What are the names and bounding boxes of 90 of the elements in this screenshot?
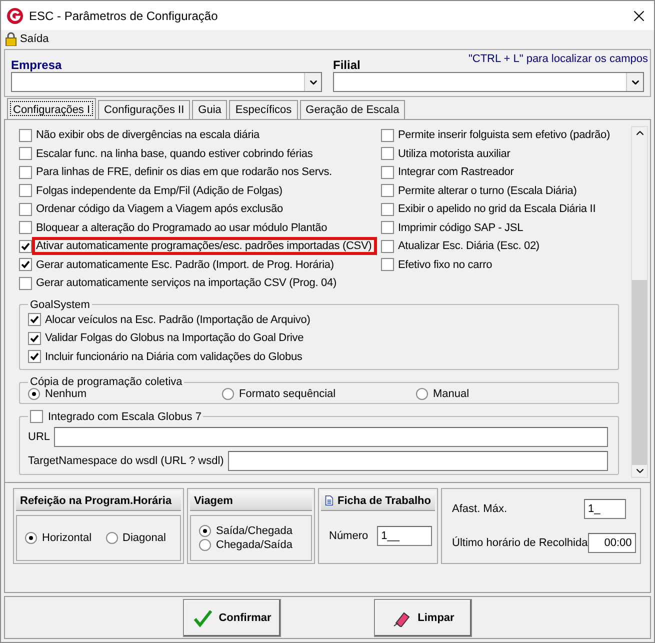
radio-button[interactable] — [199, 539, 211, 551]
dropdown[interactable] — [11, 72, 322, 92]
checkbox-label: Folgas independente da Emp/Fil (Adição de Folgas) — [35, 184, 284, 199]
checkbox[interactable] — [19, 166, 32, 179]
checkbox[interactable] — [28, 332, 41, 345]
radio-label: Chegada/Saída — [216, 539, 292, 551]
checkbox-label: Efetivo fixo no carro — [397, 258, 494, 273]
checkbox[interactable] — [28, 313, 41, 326]
checkbox[interactable] — [381, 166, 394, 179]
panel-title: Refeição na Program.Horária — [16, 491, 181, 511]
padlock-icon — [5, 32, 17, 46]
tab[interactable]: Configurações II — [98, 100, 190, 119]
checkbox-label: Escalar func. na linha base, quando estiver cobrindo férias — [35, 146, 314, 162]
radio-button[interactable] — [25, 532, 37, 544]
checkbox[interactable] — [381, 202, 394, 216]
checkbox[interactable] — [28, 350, 41, 364]
checkbox-label: Permite alterar o turno (Escala Diária) — [397, 184, 578, 199]
checkbox-label: Permite inserir folguista sem efetivo (padrão) — [397, 128, 611, 144]
checkbox-label: Incluir funcionário na Diária com validações do Globus — [44, 350, 304, 365]
checkbox-label: Exibir o apelido no grid da Escala Diária II — [397, 202, 597, 218]
radio-label: Nenhum — [45, 388, 87, 400]
radio-button[interactable] — [106, 532, 118, 544]
checkbox[interactable] — [381, 147, 394, 160]
checkbox-label: Ativar automaticamente programações/esc. padrões importadas (CSV) — [32, 237, 377, 256]
checkbox[interactable] — [381, 128, 394, 142]
checkbox[interactable] — [30, 410, 43, 423]
checkbox-label: Alocar veículos na Esc. Padrão (Importação de Arquivo) — [44, 312, 312, 328]
confirm-button[interactable]: Confirmar — [183, 598, 281, 636]
checkbox-label: Não exibir obs de divergências na escala diária — [35, 128, 261, 144]
field-label: Número — [329, 530, 368, 542]
checkbox-label: Atualizar Esc. Diária (Esc. 02) — [397, 239, 540, 254]
text-field[interactable] — [228, 451, 608, 471]
checkbox[interactable] — [19, 276, 32, 290]
checkbox[interactable] — [19, 128, 32, 142]
checkbox-label: Integrado com Escala Globus 7 — [48, 410, 202, 422]
app-logo-icon — [7, 8, 23, 24]
radio-label: Manual — [433, 388, 470, 400]
field-label: TargetNamespace do wsdl (URL ? wsdl) — [28, 455, 224, 467]
checkbox[interactable] — [19, 147, 32, 160]
checkbox[interactable] — [19, 202, 32, 216]
checkbox[interactable] — [19, 240, 32, 253]
tab[interactable]: Específicos — [229, 100, 298, 119]
checkbox-label: Para linhas de FRE, definir os dias em que rodarão nos Servs. — [35, 165, 333, 180]
radio-button[interactable] — [416, 388, 428, 400]
checkbox[interactable] — [381, 221, 394, 234]
dropdown[interactable] — [333, 72, 644, 92]
checkbox[interactable] — [19, 258, 32, 272]
field-label: Último horário de Recolhida — [452, 537, 588, 549]
checkbox[interactable] — [381, 258, 394, 272]
radio-label: Horizontal — [42, 532, 92, 544]
checkbox-label: Gerar automaticamente Esc. Padrão (Import. de Prog. Horária) — [35, 258, 335, 273]
group-title: Cópia de programação coletiva — [29, 376, 184, 388]
radio-label: Diagonal — [122, 532, 166, 544]
text-field[interactable]: 00:00 — [588, 533, 636, 553]
tab[interactable]: Configurações I — [7, 98, 96, 119]
radio-button[interactable] — [28, 388, 40, 400]
field-label: URL — [28, 431, 50, 443]
checkbox[interactable] — [19, 184, 32, 198]
radio-button[interactable] — [222, 388, 234, 400]
checkbox[interactable] — [19, 221, 32, 234]
scrollbar[interactable] — [631, 126, 648, 478]
checkbox-label: Imprimir código SAP - JSL — [397, 220, 524, 236]
checkbox-label: Utiliza motorista auxiliar — [397, 146, 512, 162]
radio-button[interactable] — [199, 525, 211, 537]
checkmark-icon — [192, 608, 213, 626]
radio-label: Formato sequêncial — [239, 388, 336, 400]
radio-label: Saída/Chegada — [216, 525, 292, 537]
checkbox-label: Validar Folgas do Globus na Importação do Goal Drive — [44, 331, 305, 346]
tab[interactable]: Guia — [192, 100, 228, 119]
tab[interactable]: Geração de Escala — [300, 100, 406, 119]
clear-button[interactable]: Limpar — [374, 598, 472, 636]
document-icon — [325, 494, 334, 507]
panel-title: Ficha de Trabalho — [337, 494, 431, 506]
checkbox[interactable] — [381, 240, 394, 253]
panel-title: Viagem — [190, 491, 312, 511]
hint-text: "CTRL + L" para localizar os campos — [468, 53, 648, 65]
field-label: Empresa — [11, 58, 62, 72]
window-title: ESC - Parâmetros de Configuração — [29, 8, 219, 22]
field-label: Filial — [333, 58, 360, 72]
checkbox-label: Integrar com Rastreador — [397, 165, 515, 180]
menu-item[interactable]: Saída — [20, 32, 49, 44]
checkbox-label: Bloquear a alteração do Programado ao usar módulo Plantão — [35, 220, 328, 236]
text-field[interactable] — [54, 427, 608, 447]
checkbox-label: Ordenar código da Viagem a Viagem após exclusão — [35, 202, 284, 218]
group-title: GoalSystem — [29, 298, 91, 310]
checkbox-label: Gerar automaticamente serviços na importação CSV (Prog. 04) — [35, 276, 338, 292]
text-field[interactable]: 1_ — [584, 499, 626, 519]
checkbox[interactable] — [381, 184, 394, 198]
field-label: Afast. Máx. — [452, 503, 508, 515]
text-field[interactable]: 1__ — [377, 526, 432, 546]
